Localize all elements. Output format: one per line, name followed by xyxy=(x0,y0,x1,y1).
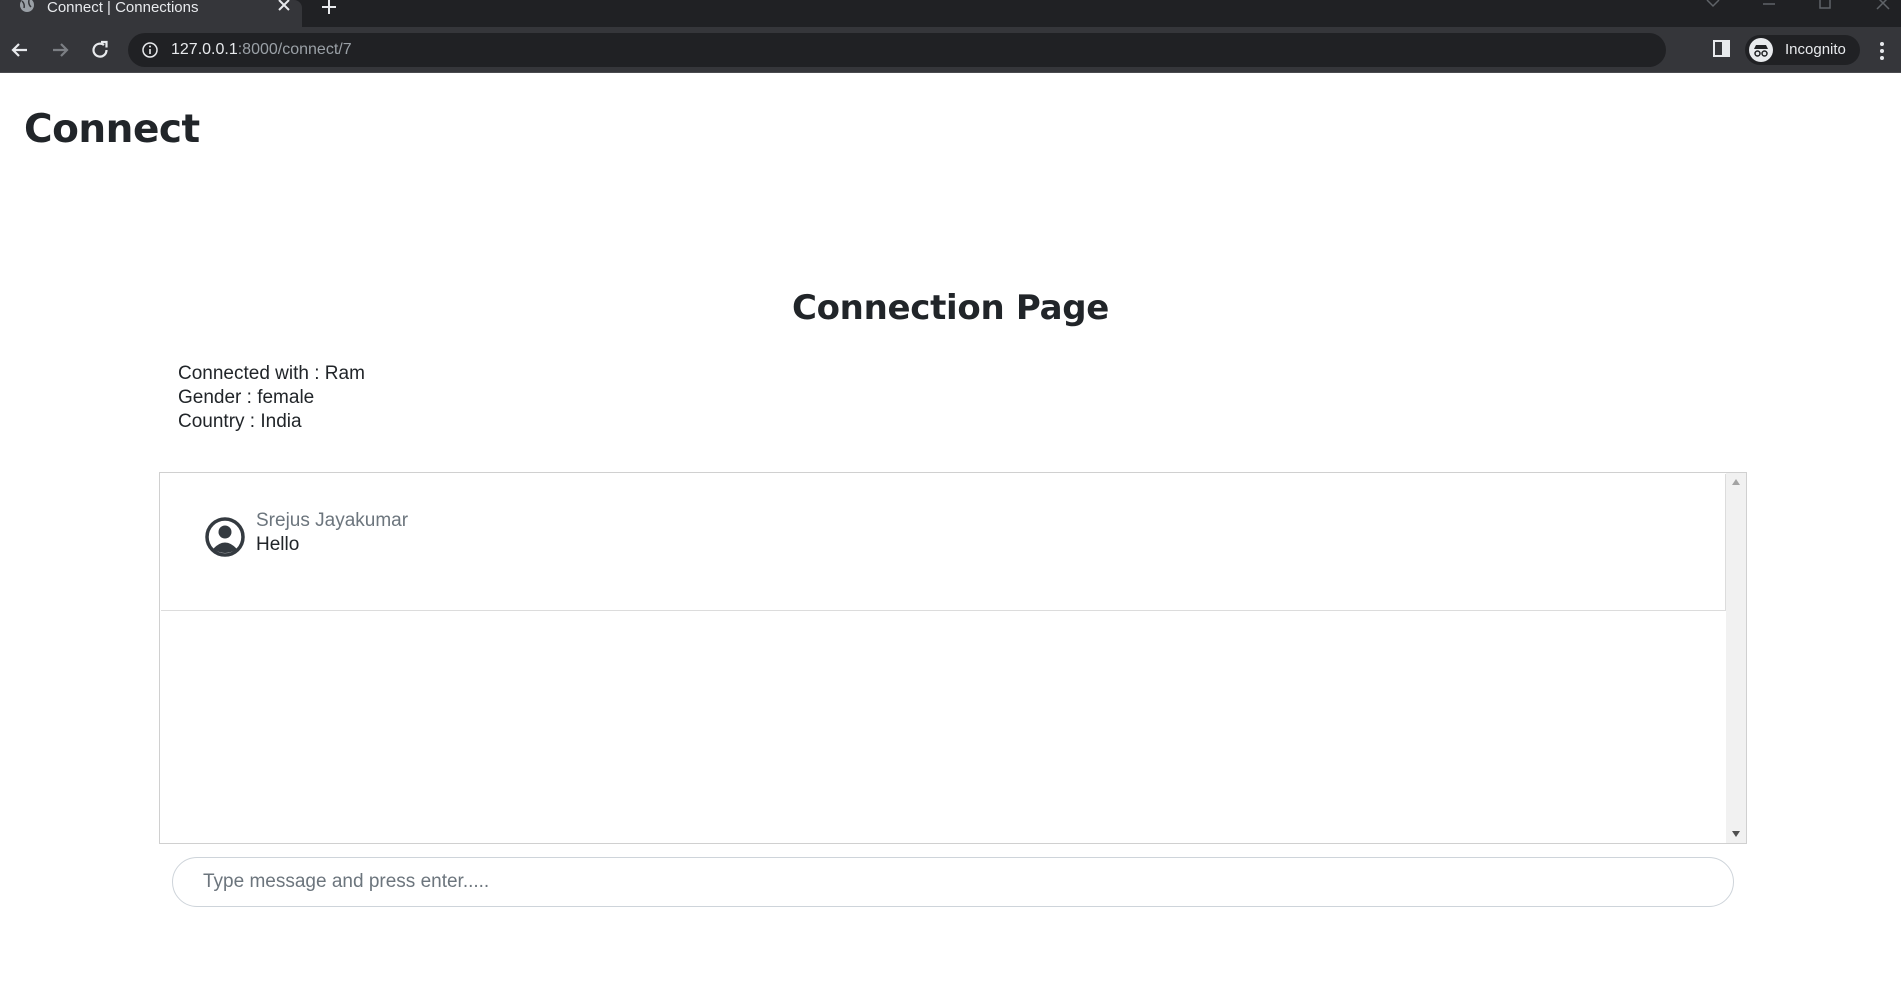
maximize-icon[interactable] xyxy=(1815,0,1835,12)
brand-title[interactable]: Connect xyxy=(24,107,200,152)
minimize-icon[interactable] xyxy=(1759,0,1779,12)
scroll-down-arrow-icon[interactable] xyxy=(1732,831,1740,837)
reload-icon[interactable] xyxy=(87,37,113,63)
user-circle-icon xyxy=(205,517,245,557)
message-text: Hello xyxy=(256,534,300,555)
browser-toolbar: 127.0.0.1:8000/connect/7 Incognito xyxy=(0,27,1901,73)
kebab-menu-icon[interactable] xyxy=(1877,40,1887,62)
url-path: :8000/connect/7 xyxy=(237,41,352,58)
profile-label: Incognito xyxy=(1785,41,1846,58)
connection-info: Connected with : Ram Gender : female Cou… xyxy=(178,362,365,434)
new-tab-icon[interactable] xyxy=(318,0,340,18)
page-title: Connection Page xyxy=(791,288,1110,328)
info-icon[interactable] xyxy=(141,41,159,59)
chat-scrollbar[interactable] xyxy=(1726,473,1746,843)
country-text: Country : India xyxy=(178,411,302,432)
profile-button[interactable]: Incognito xyxy=(1745,35,1860,65)
gender-text: Gender : female xyxy=(178,387,315,408)
close-icon[interactable] xyxy=(275,0,293,16)
address-bar[interactable]: 127.0.0.1:8000/connect/7 xyxy=(128,33,1806,67)
browser-tab[interactable]: Connect | Connections xyxy=(0,0,302,27)
tab-title: Connect | Connections xyxy=(47,0,199,16)
chat-message: Srejus Jayakumar Hello xyxy=(161,474,1726,611)
window-close-icon[interactable] xyxy=(1873,0,1893,12)
forward-arrow-icon[interactable] xyxy=(47,37,73,63)
browser-tab-bar: Connect | Connections xyxy=(0,0,1901,27)
message-author: Srejus Jayakumar xyxy=(256,510,409,531)
chat-log[interactable]: Srejus Jayakumar Hello xyxy=(159,472,1747,844)
back-arrow-icon[interactable] xyxy=(7,37,33,63)
globe-icon xyxy=(20,0,34,12)
url-host: 127.0.0.1 xyxy=(171,41,238,58)
incognito-icon xyxy=(1749,38,1773,62)
connected-with-text: Connected with : Ram xyxy=(178,363,365,384)
side-panel-icon[interactable] xyxy=(1712,39,1732,59)
scroll-up-arrow-icon[interactable] xyxy=(1732,479,1740,485)
chevron-down-icon[interactable] xyxy=(1703,0,1723,12)
message-input[interactable] xyxy=(172,857,1734,907)
url-text[interactable]: 127.0.0.1:8000/connect/7 xyxy=(171,41,352,59)
